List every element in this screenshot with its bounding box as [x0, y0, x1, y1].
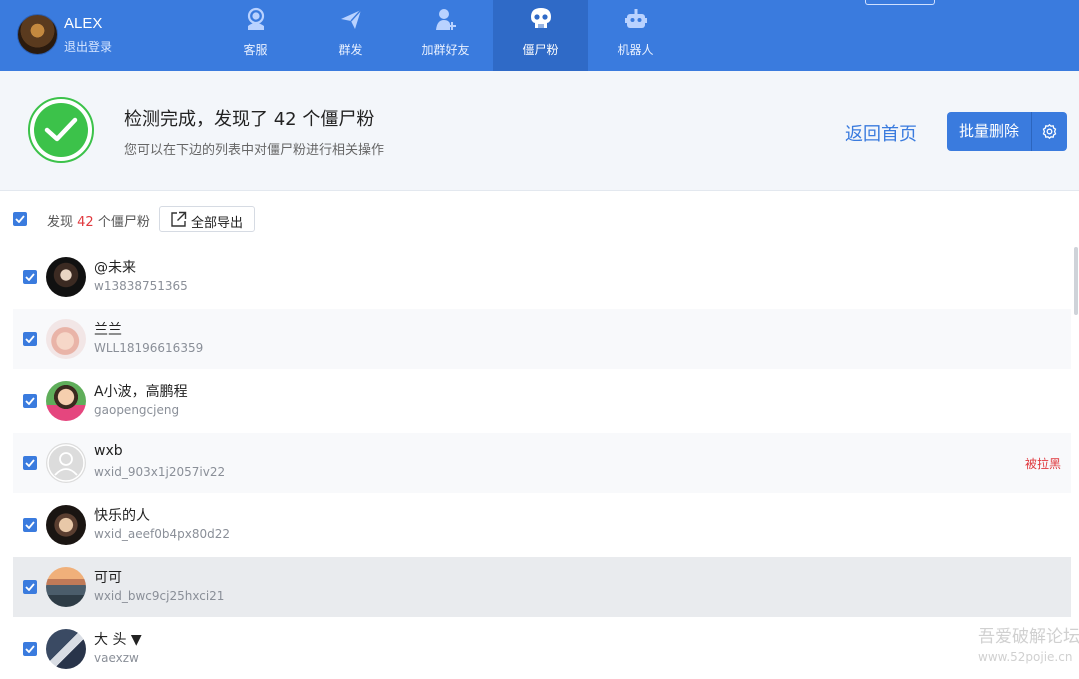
batch-delete-button[interactable]: 批量删除 — [947, 112, 1031, 151]
export-all-button[interactable]: 全部导出 — [159, 206, 255, 232]
avatar — [46, 443, 86, 483]
nav-tab-broadcast[interactable]: 群发 — [303, 0, 398, 71]
list-scrollbar[interactable] — [1074, 247, 1078, 315]
export-label: 全部导出 — [191, 216, 244, 231]
row-checkbox[interactable] — [23, 642, 37, 656]
avatar — [46, 629, 86, 669]
batch-delete-button-group: 批量删除 — [947, 112, 1067, 151]
nav-label: 加群好友 — [421, 43, 470, 57]
nav-label: 群发 — [338, 43, 363, 57]
nav-label: 机器人 — [617, 43, 654, 57]
row-checkbox[interactable] — [23, 580, 37, 594]
contact-name: @未来 — [94, 260, 136, 276]
found-summary: 发现 42 个僵尸粉 — [47, 211, 150, 230]
logout-link[interactable]: 退出登录 — [64, 38, 112, 55]
blocked-tag: 被拉黑 — [1024, 457, 1061, 471]
main-nav: 客服 群发 加群好友 僵尸粉 机器人 — [208, 0, 683, 71]
row-checkbox[interactable] — [23, 518, 37, 532]
contact-id: vaexzw — [94, 651, 139, 665]
user-panel: ALEX 退出登录 — [17, 13, 217, 57]
result-title: 检测完成，发现了 42 个僵尸粉 — [124, 109, 375, 130]
headset-icon — [247, 7, 265, 30]
user-name: ALEX — [64, 15, 103, 32]
list-item[interactable]: wxb wxid_903x1j2057iv22 被拉黑 — [13, 433, 1071, 493]
list-item[interactable]: A小波，高鹏程 gaopengcjeng — [13, 371, 1071, 431]
nav-tab-zombie-fans[interactable]: 僵尸粉 — [493, 0, 588, 71]
top-bar: ALEX 退出登录 客服 群发 加群好友 僵尸粉 机器人 — [0, 0, 1079, 71]
watermark-url: www.52pojie.cn — [978, 650, 1073, 664]
send-icon — [341, 9, 362, 29]
nav-tab-robot[interactable]: 机器人 — [588, 0, 683, 71]
back-home-link[interactable]: 返回首页 — [845, 120, 917, 146]
contact-name: A小波，高鹏程 — [94, 384, 188, 400]
select-all-checkbox[interactable] — [13, 212, 27, 226]
row-checkbox[interactable] — [23, 394, 37, 408]
list-item[interactable]: @未来 w13838751365 — [13, 247, 1071, 307]
row-checkbox[interactable] — [23, 332, 37, 346]
default-user-icon — [47, 444, 85, 482]
list-item[interactable]: 兰兰 WLL18196616359 — [13, 309, 1071, 369]
contact-id: wxid_aeef0b4px80d22 — [94, 527, 230, 541]
gear-icon — [1042, 124, 1057, 139]
contact-id: w13838751365 — [94, 279, 188, 293]
contact-id: wxid_bwc9cj25hxci21 — [94, 589, 225, 603]
export-icon — [171, 211, 187, 227]
result-subtitle: 您可以在下边的列表中对僵尸粉进行相关操作 — [124, 143, 385, 158]
list-item[interactable]: 可可 wxid_bwc9cj25hxci21 — [13, 557, 1071, 617]
settings-button[interactable] — [1032, 112, 1067, 151]
robot-icon — [625, 9, 647, 28]
contact-name: 大 头 ▼ — [94, 632, 142, 648]
row-checkbox[interactable] — [23, 456, 37, 470]
contact-name: 兰兰 — [94, 322, 122, 338]
watermark-text: 吾爱破解论坛 — [978, 627, 1079, 647]
window-control[interactable] — [865, 0, 935, 5]
avatar — [46, 319, 86, 359]
contact-id: gaopengcjeng — [94, 403, 180, 417]
success-icon — [28, 97, 94, 163]
avatar — [46, 567, 86, 607]
nav-label: 客服 — [243, 43, 268, 57]
result-banner: 检测完成，发现了 42 个僵尸粉 您可以在下边的列表中对僵尸粉进行相关操作 返回… — [0, 71, 1079, 191]
user-avatar[interactable] — [17, 14, 58, 55]
nav-label: 僵尸粉 — [522, 43, 559, 57]
nav-tab-customer-service[interactable]: 客服 — [208, 0, 303, 71]
avatar — [46, 505, 86, 545]
list-item[interactable]: 快乐的人 wxid_aeef0b4px80d22 — [13, 495, 1071, 555]
contact-name: 快乐的人 — [94, 508, 150, 524]
contact-id: wxid_903x1j2057iv22 — [94, 465, 226, 479]
row-checkbox[interactable] — [23, 270, 37, 284]
avatar — [46, 257, 86, 297]
add-friend-icon — [436, 9, 456, 30]
watermark: 吾爱破解论坛 www.52pojie.cn — [978, 627, 1079, 667]
avatar — [46, 381, 86, 421]
contact-id: WLL18196616359 — [94, 341, 204, 355]
found-prefix: 发现 — [47, 215, 74, 230]
contact-name: 可可 — [94, 570, 122, 586]
found-suffix: 个僵尸粉 — [97, 215, 150, 230]
contact-name: wxb — [94, 443, 123, 459]
list-item[interactable]: 大 头 ▼ vaexzw — [13, 619, 1071, 679]
found-count: 42 — [77, 215, 94, 230]
skull-icon — [531, 8, 551, 28]
nav-tab-add-group-friends[interactable]: 加群好友 — [398, 0, 493, 71]
